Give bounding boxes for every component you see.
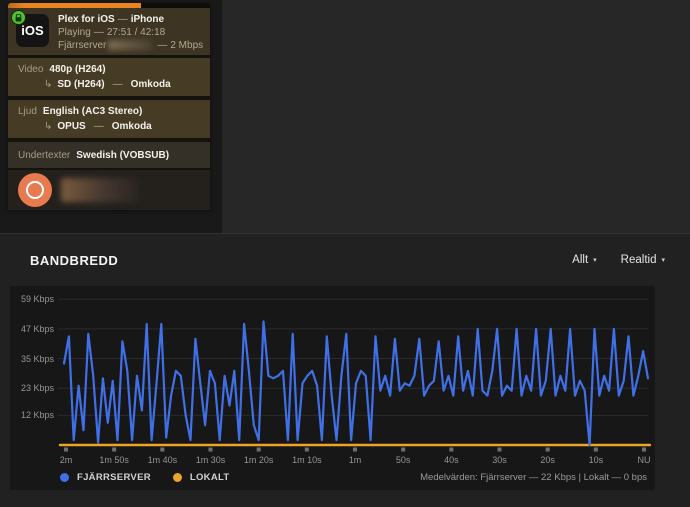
bandwidth-title: BANDBREDD xyxy=(30,252,119,268)
audio-label: Ljud xyxy=(18,106,37,117)
subtitle-value: Swedish (VOBSUB) xyxy=(76,149,170,161)
x-tick-label: 30s xyxy=(492,455,507,465)
session-state-line: Playing —27:51 / 42:18 xyxy=(58,26,206,39)
separator-dash: — xyxy=(93,27,104,38)
audio-source-format: English (AC3 Stereo) xyxy=(42,106,143,117)
content-area-background xyxy=(222,0,690,233)
x-tick-label: 40s xyxy=(444,455,459,465)
session-user-row[interactable] xyxy=(8,170,210,210)
x-tick-label: 10s xyxy=(588,455,604,465)
video-stream-section: Video 480p (H264) ↳ SD (H264) — Omkoda xyxy=(8,58,210,96)
video-transcode-format: SD (H264) xyxy=(57,79,105,90)
x-tick-label: 1m 40s xyxy=(147,455,178,465)
session-source-line: Fjärrserver —2 Mbps xyxy=(58,39,206,52)
transcode-arrow-icon: ↳ xyxy=(44,121,53,132)
bandwidth-chart-panel: 59 Kbps 47 Kbps 35 Kbps 23 Kbps 12 Kbps 2m 1m… xyxy=(10,286,655,490)
secure-connection-icon xyxy=(11,10,26,25)
audio-stream-section: Ljud English (AC3 Stereo) ↳ OPUS — Omkod… xyxy=(8,100,210,138)
legend-item-lokalt[interactable]: LOKALT xyxy=(172,471,230,483)
legend-item-fjarrserver[interactable]: FJÄRRSERVER xyxy=(60,472,151,483)
playback-time: 27:51 / 42:18 xyxy=(106,27,166,38)
x-tick-label: 1m 50s xyxy=(99,455,129,465)
transcode-arrow-icon: ↳ xyxy=(44,79,53,90)
session-bitrate: 2 Mbps xyxy=(170,40,204,51)
section-divider xyxy=(0,233,690,234)
x-tick-label: 2m xyxy=(59,455,73,465)
legend-label-fjarrserver: FJÄRRSERVER xyxy=(77,471,151,483)
filter-dropdown-scope[interactable]: Allt ▾ xyxy=(572,254,597,266)
y-tick-label: 47 Kbps xyxy=(20,323,54,334)
legend-dot-lokalt xyxy=(172,472,182,482)
audio-transcode-action: Omkoda xyxy=(111,121,152,132)
y-tick-label: 35 Kbps xyxy=(20,353,54,364)
audio-transcode-format: OPUS xyxy=(57,121,86,132)
chart-footer: FJÄRRSERVER LOKALT Medelvärden: Fjärrser… xyxy=(60,469,647,485)
user-avatar xyxy=(18,173,52,207)
x-tick-label: 50s xyxy=(395,455,411,465)
y-tick-label: 59 Kbps xyxy=(20,294,54,305)
chevron-down-icon: ▾ xyxy=(593,257,597,264)
filter-timerange-value: Realtid xyxy=(620,254,657,266)
bandwidth-filters: Allt ▾ Realtid ▾ xyxy=(572,254,665,266)
separator-dash: — xyxy=(157,40,168,51)
separator-dash: — xyxy=(117,14,128,25)
y-tick-label: 12 Kbps xyxy=(20,410,54,421)
session-title-line: Plex for iOS — iPhone xyxy=(58,13,206,26)
redacted-username xyxy=(61,178,138,202)
video-label: Video xyxy=(18,64,44,75)
bandwidth-chart xyxy=(58,298,652,452)
x-tick-label: 1m 20s xyxy=(243,455,274,465)
video-source-format: 480p (H264) xyxy=(49,64,106,75)
separator-dash: — xyxy=(112,79,123,90)
x-tick-label: 20s xyxy=(540,455,555,465)
chart-legend: FJÄRRSERVER LOKALT xyxy=(60,472,242,483)
playback-state: Playing xyxy=(58,27,91,38)
subtitle-section: Undertexter Swedish (VOBSUB) xyxy=(8,142,210,168)
session-title-block: Plex for iOS — iPhone Playing —27:51 / 42:1… xyxy=(58,13,206,52)
session-header: iOS Plex for iOS — iPhone Playing —27:51 / … xyxy=(8,8,210,55)
platform-badge-text: iOS xyxy=(21,23,44,38)
filter-dropdown-timerange[interactable]: Realtid ▾ xyxy=(621,254,665,266)
legend-label-lokalt: LOKALT xyxy=(189,471,230,483)
filter-scope-value: Allt xyxy=(572,254,589,266)
x-tick-label: 1m xyxy=(348,455,362,465)
bandwidth-header: BANDBREDD Allt ▾ Realtid ▾ xyxy=(30,249,665,271)
bandwidth-averages: Medelvärden: Fjärrserver — 22 Kbps | Lok… xyxy=(420,471,647,483)
source-label: Fjärrserver xyxy=(58,40,107,51)
x-tick-label: 1m 30s xyxy=(195,455,226,465)
separator-dash: — xyxy=(93,121,104,132)
chevron-down-icon: ▾ xyxy=(661,257,665,264)
x-tick-label: 1m 10s xyxy=(292,455,322,465)
legend-dot-fjarrserver xyxy=(60,472,69,482)
y-tick-label: 23 Kbps xyxy=(20,383,54,394)
redacted-address xyxy=(108,40,153,51)
device-name: iPhone xyxy=(130,14,165,25)
subtitle-label: Undertexter xyxy=(18,149,71,161)
x-tick-label: NU xyxy=(637,455,651,465)
player-name: Plex for iOS xyxy=(58,14,115,25)
avatar-ring-icon xyxy=(26,181,44,199)
video-transcode-action: Omkoda xyxy=(130,79,171,90)
now-playing-card[interactable]: iOS Plex for iOS — iPhone Playing —27:51 / … xyxy=(8,3,210,210)
